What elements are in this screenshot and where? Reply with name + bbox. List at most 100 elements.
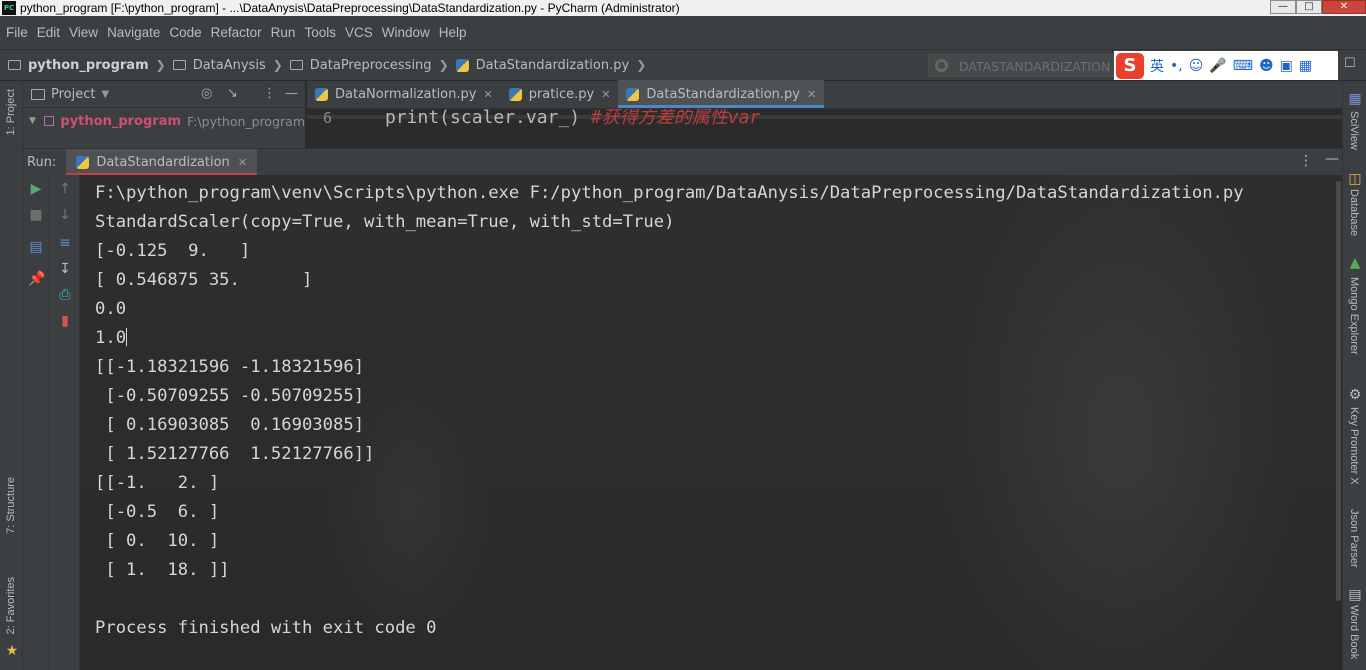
run-console-output[interactable]: F:\python_program\venv\Scripts\python.ex… [80, 175, 1342, 670]
trash-icon[interactable]: ▮ [57, 313, 73, 329]
ime-emoji-icon[interactable]: ☺ [1189, 58, 1204, 74]
soft-wrap-icon[interactable]: ≡ [57, 235, 73, 251]
console-line: 0.0 [95, 299, 127, 319]
editor-tab-datastandardization[interactable]: DataStandardization.py ✕ [618, 80, 825, 108]
project-tree: ▼ python_program F:\python_program [23, 108, 305, 148]
close-tab-icon[interactable]: ✕ [807, 88, 816, 101]
restore-layout-icon[interactable]: ▤ [28, 239, 44, 255]
editor-tab-pratice[interactable]: pratice.py ✕ [501, 80, 619, 108]
ime-keyboard-icon[interactable]: ⌨ [1233, 58, 1253, 74]
ime-microphone-icon[interactable]: 🎤 [1209, 58, 1226, 74]
ime-toolbar[interactable]: S 英 •, ☺ 🎤 ⌨ ☻ ▣ ▦ [1114, 51, 1338, 80]
console-line: [ 0. 10. ] [95, 531, 220, 551]
chevron-down-icon[interactable]: ▼ [101, 89, 109, 100]
close-tab-icon[interactable]: ✕ [483, 88, 492, 101]
ime-toolbox-icon[interactable]: ▦ [1299, 58, 1312, 74]
run-configuration-selector[interactable]: DATASTANDARDIZATION [928, 54, 1114, 77]
text-caret [126, 328, 128, 346]
stop-icon[interactable]: ■ [28, 207, 44, 223]
run-tab-datastandardization[interactable]: DataStandardization ✕ [66, 148, 258, 176]
editor-tab-label: DataStandardization.py [646, 86, 800, 102]
ime-language[interactable]: 英 [1150, 56, 1164, 76]
search-everywhere-icon[interactable]: ☐ [1344, 56, 1360, 74]
more-options-icon[interactable]: ⋮ [1299, 153, 1313, 169]
ime-user-icon[interactable]: ☻ [1259, 58, 1274, 74]
title-bar: PC python_program [F:\python_program] - … [0, 0, 1366, 16]
console-line: [ 0.546875 35. ] [95, 270, 313, 290]
hide-panel-icon[interactable]: — [285, 86, 298, 101]
window-title: python_program [F:\python_program] - ...… [20, 1, 680, 15]
expand-arrow-icon[interactable]: ▼ [29, 116, 36, 126]
folder-icon [289, 60, 303, 70]
console-line: F:\python_program\venv\Scripts\python.ex… [95, 183, 1244, 203]
console-vertical-scrollbar[interactable] [1336, 181, 1341, 601]
sciview-icon: ▦ [1348, 91, 1362, 107]
menu-tools[interactable]: Tools [304, 25, 336, 40]
maximize-button[interactable]: □ [1296, 0, 1322, 14]
collapse-all-icon[interactable]: ↘ [227, 86, 238, 101]
leaf-icon: ▲ [1349, 255, 1361, 271]
chevron-right-icon: ❯ [272, 58, 283, 72]
editor-tab-datanormalization[interactable]: DataNormalization.py ✕ [307, 80, 501, 108]
folder-icon [8, 60, 21, 70]
book-icon: ▤ [1348, 587, 1362, 603]
ime-skin-icon[interactable]: ▣ [1280, 58, 1293, 74]
menu-file[interactable]: File [6, 25, 28, 40]
locate-target-icon[interactable]: ◎ [201, 86, 212, 101]
tool-window-favorites[interactable]: 2: Favorites [5, 577, 17, 634]
tree-row-root[interactable]: ▼ python_program F:\python_program [23, 108, 305, 134]
python-config-icon [935, 59, 948, 72]
folder-icon [172, 60, 186, 70]
rerun-icon[interactable]: ▶ [28, 181, 44, 197]
tool-window-key-promoter[interactable]: Key Promoter X [1348, 407, 1360, 485]
pin-tab-icon[interactable]: 📌 [28, 271, 45, 287]
console-line-with-caret: 1.0 [95, 324, 1244, 353]
breadcrumb-file[interactable]: DataStandardization.py [476, 58, 630, 73]
close-tab-icon[interactable]: ✕ [601, 88, 610, 101]
tool-window-sciview[interactable]: SciView [1348, 111, 1360, 150]
console-line: [[-1.18321596 -1.18321596] [95, 357, 365, 377]
editor-tab-label: DataNormalization.py [335, 86, 477, 102]
console-line: StandardScaler(copy=True, with_mean=True… [95, 212, 675, 232]
key-promoter-icon: ⚙ [1348, 387, 1362, 403]
tool-window-word-book[interactable]: Word Book [1348, 605, 1360, 659]
run-toolbar-secondary: ↑ ↓ ≡ ↧ ⎙ ▮ [50, 175, 80, 670]
menu-vcs[interactable]: VCS [345, 25, 373, 40]
tool-window-database[interactable]: Database [1348, 189, 1360, 236]
print-icon[interactable]: ⎙ [57, 287, 73, 303]
menu-window[interactable]: Window [382, 25, 430, 40]
hide-panel-icon[interactable]: — [1325, 151, 1339, 167]
menu-refactor[interactable]: Refactor [211, 25, 262, 40]
menu-help[interactable]: Help [439, 25, 467, 40]
menu-view[interactable]: View [69, 25, 98, 40]
menu-run[interactable]: Run [271, 25, 296, 40]
close-tab-icon[interactable]: ✕ [238, 156, 247, 169]
tool-window-structure[interactable]: 7: Structure [5, 477, 17, 534]
close-button[interactable]: ✕ [1322, 0, 1366, 14]
tool-window-json-parser[interactable]: Json Parser [1348, 509, 1360, 568]
console-line: [ 1.52127766 1.52127766]] [95, 444, 375, 464]
python-file-icon [76, 155, 90, 169]
run-panel-label: Run: [27, 154, 57, 170]
tool-window-project[interactable]: 1: Project [5, 89, 17, 135]
database-icon: ◫ [1348, 171, 1362, 187]
more-options-icon[interactable]: ⋮ [263, 86, 276, 101]
menu-edit[interactable]: Edit [37, 25, 60, 40]
project-panel-header: Project ▼ ◎ ↘ ⋮ — [23, 81, 305, 108]
console-lines: F:\python_program\venv\Scripts\python.ex… [95, 179, 1244, 643]
breadcrumb-project[interactable]: python_program [28, 58, 149, 73]
menu-navigate[interactable]: Navigate [107, 25, 160, 40]
minimize-button[interactable]: — [1270, 0, 1296, 14]
arrow-down-icon[interactable]: ↓ [57, 207, 73, 223]
scroll-to-end-icon[interactable]: ↧ [57, 261, 73, 277]
ime-punctuation-icon[interactable]: •, [1170, 58, 1183, 74]
breadcrumb-folder-dataanysis[interactable]: DataAnysis [193, 58, 266, 73]
menu-code[interactable]: Code [169, 25, 201, 40]
code-line: print(scaler.var_) #获得方差的属性var [385, 109, 760, 129]
arrow-up-icon[interactable]: ↑ [57, 181, 73, 197]
tool-window-mongo-explorer[interactable]: Mongo Explorer [1348, 277, 1360, 355]
breadcrumb-folder-datapreprocessing[interactable]: DataPreprocessing [310, 58, 432, 73]
code-editor[interactable]: 6 print(scaler.var_) #获得方差的属性var [307, 109, 1342, 148]
project-view-selector[interactable]: Project [51, 87, 95, 102]
